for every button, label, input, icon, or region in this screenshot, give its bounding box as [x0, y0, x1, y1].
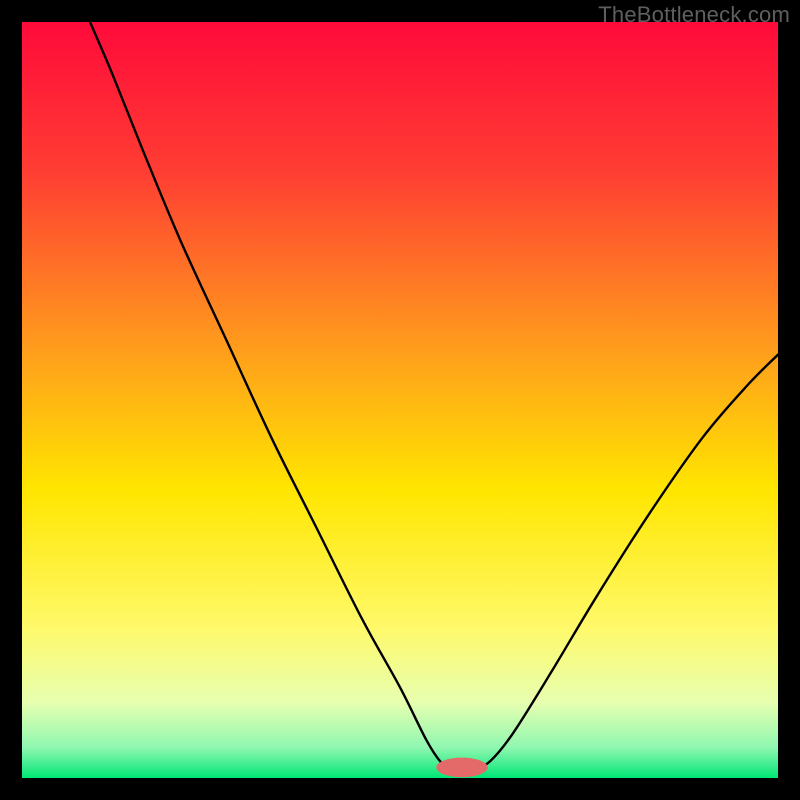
- optimal-marker: [436, 758, 487, 778]
- bottleneck-chart: [22, 22, 778, 778]
- gradient-background: [22, 22, 778, 778]
- credit-text: TheBottleneck.com: [598, 2, 790, 28]
- chart-frame: [22, 22, 778, 778]
